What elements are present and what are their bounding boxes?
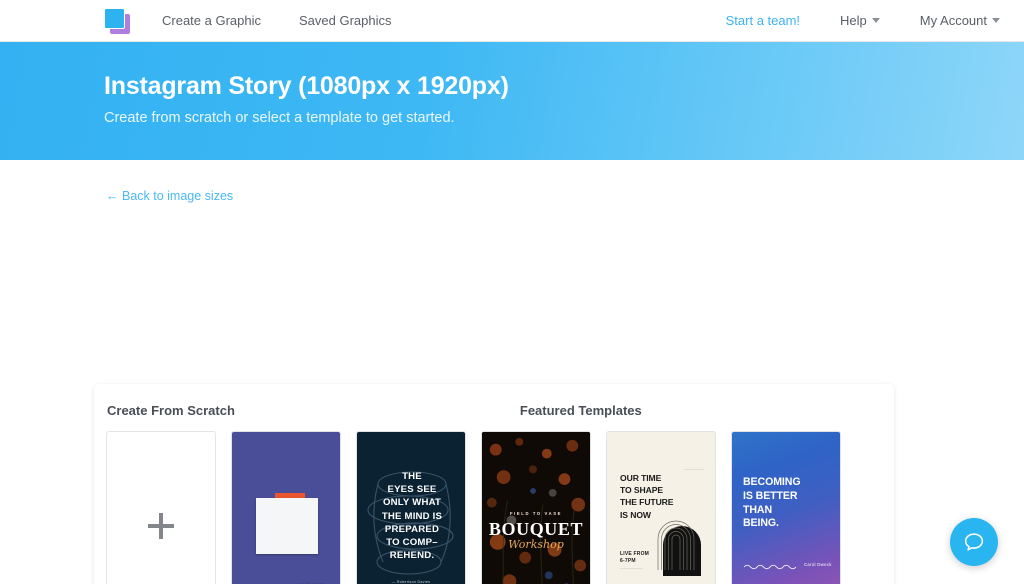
plus-icon	[148, 513, 174, 539]
template-eyes-quote[interactable]: THE EYES SEE ONLY WHAT THE MIND IS PREPARED T…	[356, 431, 466, 584]
top-navigation-bar: Create a Graphic Saved Graphics Start a …	[0, 0, 1024, 42]
sticky-note-paper: you'll neverlearn if you don'tat least t…	[256, 498, 324, 584]
eyes-quote-text: THE EYES SEE ONLY WHAT THE MIND IS PREPARED T…	[381, 471, 443, 562]
nav-link-help-label: Help	[840, 13, 867, 28]
template-bouquet-workshop[interactable]: FIELD TO VASE BOUQUET Workshop	[481, 431, 591, 584]
nav-link-create-a-graphic[interactable]: Create a Graphic	[162, 13, 261, 28]
arch-rings-icon	[657, 520, 695, 570]
template-becoming[interactable]: BECOMING IS BETTER THAN BEING. Carol Dweck	[731, 431, 841, 584]
template-becoming-art: BECOMING IS BETTER THAN BEING. Carol Dweck	[732, 432, 840, 584]
nav-link-help[interactable]: Help	[840, 13, 880, 28]
template-sticky-note[interactable]: you'll neverlearn if you don'tat least t…	[231, 431, 341, 584]
back-to-image-sizes-link[interactable]: ← Back to image sizes	[106, 189, 233, 203]
template-tiles-row: you'll neverlearn if you don'tat least t…	[94, 418, 894, 584]
page-subtitle: Create from scratch or select a template…	[104, 110, 455, 126]
chevron-down-icon	[992, 18, 1000, 24]
our-time-live-text: LIVE FROM 6-7PM	[620, 551, 650, 564]
eyes-quote-attribution: — Robertson Davies	[391, 580, 431, 584]
our-time-headline: OUR TIME TO SHAPE THE FUTURE IS NOW	[620, 473, 674, 520]
heading-featured-templates: Featured Templates	[519, 403, 642, 418]
template-our-time[interactable]: ——————— OUR TIME TO SHAPE THE FUTURE IS NOW…	[606, 431, 716, 584]
bouquet-script: Workshop	[508, 538, 564, 551]
chat-bubble-icon	[964, 533, 984, 551]
template-eyes-quote-art: THE EYES SEE ONLY WHAT THE MIND IS PREPARED T…	[357, 432, 465, 584]
heading-create-from-scratch: Create From Scratch	[107, 403, 235, 418]
panel-headings: Create From Scratch Featured Templates	[94, 384, 894, 418]
becoming-quote-text: BECOMING IS BETTER THAN BEING.	[743, 476, 801, 530]
template-sticky-note-art: you'll neverlearn if you don'tat least t…	[232, 432, 340, 584]
templates-panel: Create From Scratch Featured Templates y…	[94, 384, 894, 584]
template-bouquet-art: FIELD TO VASE BOUQUET Workshop	[482, 432, 590, 584]
our-time-tiny-bottom: ————————	[620, 567, 644, 570]
nav-link-my-account-label: My Account	[919, 13, 987, 28]
page-body: ← Back to image sizes Create From Scratc…	[0, 160, 1024, 584]
logo-square-blue	[104, 7, 125, 29]
chat-support-button[interactable]	[950, 518, 998, 566]
floral-photo-illustration	[482, 432, 590, 584]
our-time-tiny-top: ———————	[683, 468, 704, 471]
bouquet-kicker: FIELD TO VASE	[509, 511, 563, 516]
nav-right-links: Start a team! Help My Account	[686, 13, 1000, 28]
squiggle-divider-icon	[744, 564, 796, 570]
bouquet-title: BOUQUET	[488, 519, 584, 539]
back-link-label: Back to image sizes	[121, 189, 234, 203]
nav-left-links: Create a Graphic Saved Graphics	[162, 13, 430, 28]
chevron-down-icon	[871, 18, 880, 24]
template-our-time-art: ——————— OUR TIME TO SHAPE THE FUTURE IS NOW…	[607, 432, 715, 584]
nav-link-saved-graphics[interactable]: Saved Graphics	[299, 13, 392, 28]
page-title: Instagram Story (1080px x 1920px)	[104, 72, 509, 100]
back-arrow-icon: ←	[106, 189, 119, 203]
hero-banner: Instagram Story (1080px x 1920px) Create…	[0, 42, 1024, 160]
brand-logo[interactable]	[104, 7, 132, 34]
nav-link-my-account[interactable]: My Account	[920, 13, 1000, 28]
create-from-scratch-tile[interactable]	[106, 431, 216, 584]
nav-link-start-a-team[interactable]: Start a team!	[726, 13, 800, 28]
becoming-author: Carol Dweck	[804, 562, 832, 567]
